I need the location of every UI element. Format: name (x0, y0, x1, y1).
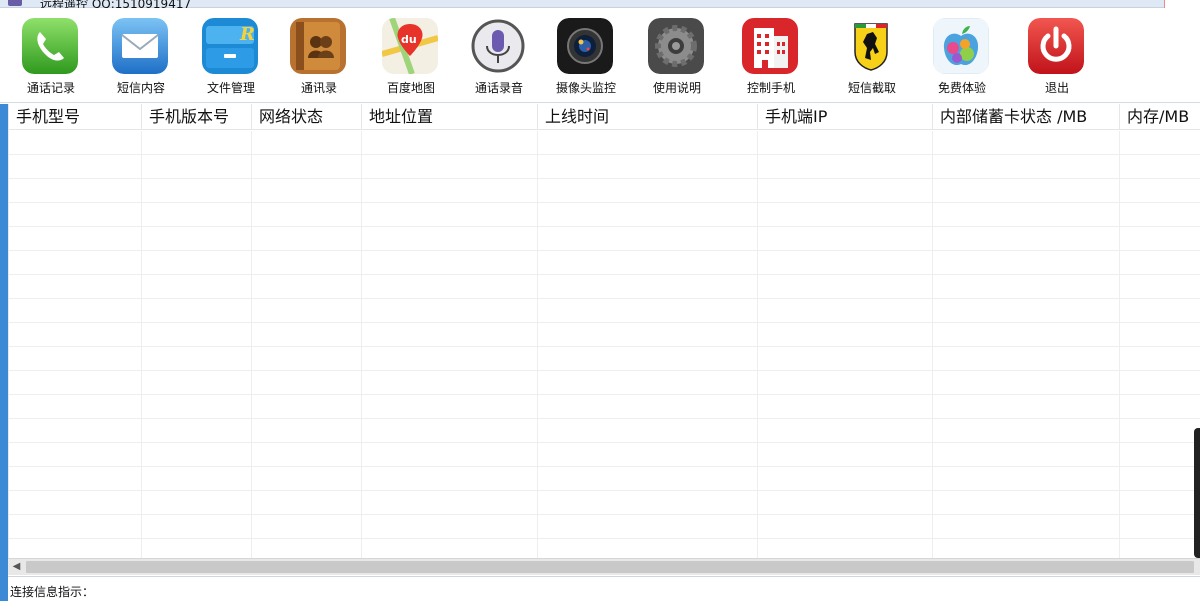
close-button[interactable] (1164, 0, 1200, 8)
app-icon (8, 0, 22, 6)
column-header-model[interactable]: 手机型号 (9, 104, 142, 130)
table-row[interactable] (9, 155, 1200, 179)
apple-logo-icon (933, 18, 989, 74)
toolbar: 通话记录 短信内容 R 文件管理 通讯录 du 百度地图 通话录音 摄像头监控 … (0, 8, 1200, 103)
camera-icon (557, 18, 613, 74)
sms-content-button[interactable]: 短信内容 (98, 18, 184, 102)
toolbar-label: 通讯录 (300, 81, 337, 95)
table-row[interactable] (9, 539, 1200, 558)
contacts-button[interactable]: 通讯录 (276, 18, 362, 102)
table-row[interactable] (9, 395, 1200, 419)
table-body (9, 131, 1200, 558)
camera-monitor-button[interactable]: 摄像头监控 (543, 18, 629, 102)
toolbar-label: 退出 (1044, 81, 1069, 95)
window-frame (0, 104, 8, 601)
table-row[interactable] (9, 515, 1200, 539)
toolbar-label: 使用说明 (652, 81, 701, 95)
microphone-icon (470, 18, 526, 74)
ferrari-horse-icon (843, 18, 899, 74)
hotel-building-icon (742, 18, 798, 74)
call-recording-button[interactable]: 通话录音 (456, 18, 542, 102)
control-phone-button[interactable]: 控制手机 (728, 18, 814, 102)
baidu-map-button[interactable]: du 百度地图 (368, 18, 454, 102)
toolbar-label: 通话录音 (474, 81, 523, 95)
power-icon (1028, 18, 1084, 74)
file-cabinet-icon: R (202, 18, 258, 74)
scrollbar-thumb[interactable] (26, 561, 1194, 573)
table-row[interactable] (9, 467, 1200, 491)
table-row[interactable] (9, 371, 1200, 395)
sms-intercept-button[interactable]: 短信截取 (829, 18, 915, 102)
table-row[interactable] (9, 419, 1200, 443)
toolbar-label: 通话记录 (26, 81, 75, 95)
table-row[interactable] (9, 275, 1200, 299)
toolbar-label: 免费体验 (937, 81, 986, 95)
toolbar-label: 控制手机 (746, 81, 795, 95)
baidu-map-icon: du (382, 18, 438, 74)
column-header-online-time[interactable]: 上线时间 (538, 104, 758, 130)
svg-text:du: du (401, 33, 417, 46)
column-header-version[interactable]: 手机版本号 (142, 104, 252, 130)
table-row[interactable] (9, 491, 1200, 515)
phone-icon (22, 18, 78, 74)
instructions-button[interactable]: 使用说明 (634, 18, 720, 102)
column-header-ip[interactable]: 手机端IP (758, 104, 933, 130)
window-edge (1194, 428, 1200, 558)
main-window: 远程遥控 QQ:1510919417 通话记录 短信内容 R 文件管理 通讯录 … (0, 0, 1200, 601)
gear-icon (648, 18, 704, 74)
column-header-storage[interactable]: 内部储蓄卡状态 /MB (933, 104, 1120, 130)
window-title: 远程遥控 QQ:1510919417 (40, 0, 192, 8)
toolbar-label: 短信内容 (116, 81, 165, 95)
toolbar-label: 短信截取 (847, 81, 896, 95)
table-row[interactable] (9, 179, 1200, 203)
svg-text:R: R (239, 24, 255, 45)
connection-info-label: 连接信息指示： (10, 585, 95, 599)
scroll-left-icon[interactable]: ◀ (8, 559, 25, 575)
toolbar-label: 文件管理 (206, 81, 255, 95)
table-row[interactable] (9, 347, 1200, 371)
table-row[interactable] (9, 323, 1200, 347)
call-log-button[interactable]: 通话记录 (8, 18, 94, 102)
table-row[interactable] (9, 227, 1200, 251)
horizontal-scrollbar[interactable]: ◀ (8, 558, 1200, 575)
table-row[interactable] (9, 131, 1200, 155)
free-trial-button[interactable]: 免费体验 (919, 18, 1005, 102)
title-bar: 远程遥控 QQ:1510919417 (0, 0, 1200, 8)
address-book-icon (290, 18, 346, 74)
toolbar-label: 摄像头监控 (555, 81, 616, 95)
toolbar-label: 百度地图 (386, 81, 435, 95)
status-bar: 连接信息指示： (8, 576, 1200, 601)
column-header-network[interactable]: 网络状态 (252, 104, 362, 130)
table-row[interactable] (9, 251, 1200, 275)
column-header-location[interactable]: 地址位置 (362, 104, 538, 130)
mail-icon (112, 18, 168, 74)
table-row[interactable] (9, 299, 1200, 323)
table-row[interactable] (9, 443, 1200, 467)
table-row[interactable] (9, 203, 1200, 227)
exit-button[interactable]: 退出 (1014, 18, 1100, 102)
device-table[interactable]: 手机型号 手机版本号 网络状态 地址位置 上线时间 手机端IP 内部储蓄卡状态 … (8, 104, 1200, 558)
column-header-memory[interactable]: 内存/MB (1120, 104, 1200, 130)
file-manager-button[interactable]: R 文件管理 (188, 18, 274, 102)
table-header: 手机型号 手机版本号 网络状态 地址位置 上线时间 手机端IP 内部储蓄卡状态 … (9, 104, 1200, 130)
